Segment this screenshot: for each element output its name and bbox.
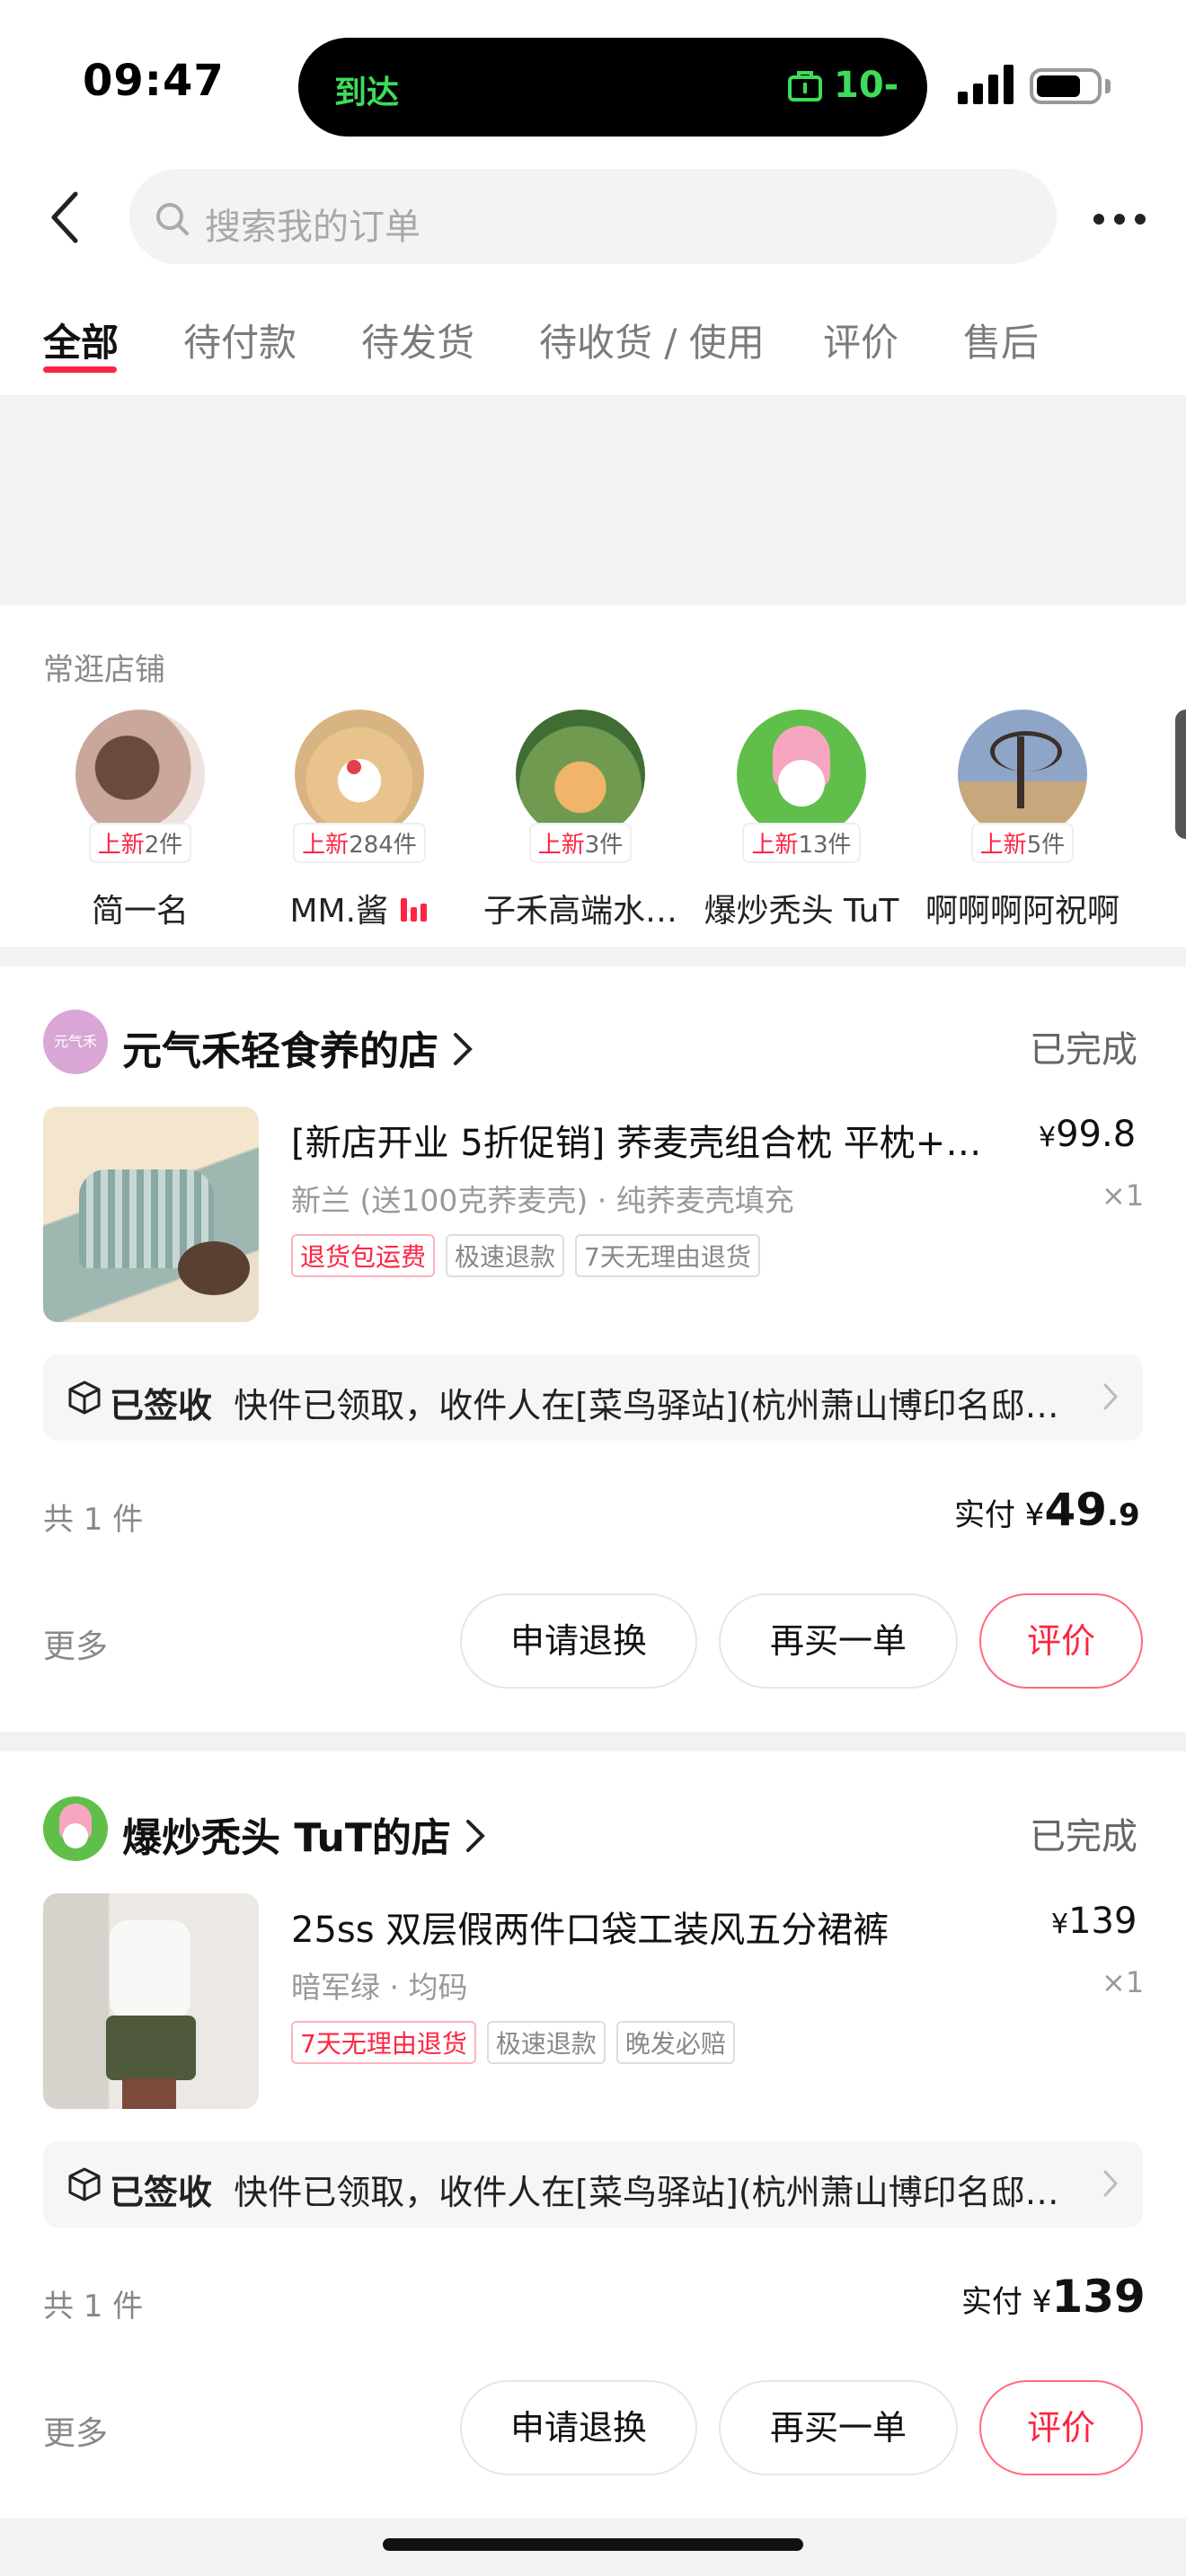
store-avatar bbox=[75, 710, 205, 839]
service-tag: 7天无理由退货 bbox=[291, 2021, 476, 2064]
tab-after-sales[interactable]: 售后 bbox=[963, 313, 1039, 367]
product-spec: 暗军绿 · 均码 bbox=[291, 1970, 468, 2005]
product-quantity: ×1 bbox=[1102, 1965, 1145, 1999]
store-avatar bbox=[737, 710, 866, 839]
frequent-stores-title: 常逛店铺 bbox=[43, 652, 165, 688]
request-return-button[interactable]: 申请退换 bbox=[460, 2380, 697, 2475]
store-new-badge: 上新2件 bbox=[88, 823, 192, 863]
store-item[interactable]: 上新5件 啊啊啊阿祝啊 bbox=[924, 710, 1121, 931]
logistics-info: 已签收 快件已领取，收件人在[菜鸟驿站](杭州萧山博印名邸… bbox=[110, 1386, 1059, 1425]
store-avatar-partial bbox=[1175, 710, 1186, 839]
locker-icon bbox=[787, 70, 823, 102]
package-icon bbox=[66, 2166, 102, 2206]
shop-logo: 元气禾 bbox=[43, 1010, 108, 1074]
request-return-button[interactable]: 申请退换 bbox=[460, 1593, 697, 1689]
package-icon bbox=[66, 1380, 102, 1419]
shop-logo bbox=[43, 1796, 108, 1861]
buy-again-button[interactable]: 再买一单 bbox=[719, 1593, 958, 1689]
store-item[interactable]: 上新2件 简一名 bbox=[41, 710, 239, 931]
order-status: 已完成 bbox=[1030, 1029, 1137, 1071]
store-name: 啊啊啊阿祝啊 bbox=[925, 893, 1120, 930]
battery-tip bbox=[1105, 79, 1111, 93]
tab-pending-payment[interactable]: 待付款 bbox=[183, 313, 296, 367]
banner-placeholder bbox=[0, 395, 1186, 605]
logistics-info: 已签收 快件已领取，收件人在[菜鸟驿站](杭州萧山博印名邸… bbox=[110, 2173, 1059, 2212]
home-indicator[interactable] bbox=[383, 2538, 803, 2551]
paid-amount: 实付 ¥139 bbox=[961, 2271, 1146, 2323]
service-tag: 晚发必赔 bbox=[615, 2021, 735, 2064]
service-tags: 7天无理由退货 极速退款 晚发必赔 bbox=[291, 2021, 746, 2064]
store-item[interactable]: 上新3件 子禾高端水… bbox=[482, 710, 679, 931]
chevron-right-icon bbox=[465, 1818, 486, 1864]
more-link[interactable]: 更多 bbox=[43, 1620, 108, 1667]
store-name: 子禾高端水… bbox=[482, 893, 677, 930]
store-name: 简一名 bbox=[91, 893, 189, 930]
shop-name-link[interactable]: 爆炒秃头 TuT的店 bbox=[122, 1805, 486, 1864]
store-new-badge: 上新5件 bbox=[970, 823, 1075, 863]
store-new-badge: 上新13件 bbox=[742, 823, 861, 863]
signal-icon bbox=[958, 65, 1015, 104]
tab-all[interactable]: 全部 bbox=[43, 313, 119, 367]
review-button[interactable]: 评价 bbox=[979, 1593, 1143, 1689]
product-spec: 新兰 (送100克荞麦壳) · 纯荞麦壳填充 bbox=[291, 1183, 794, 1218]
item-count: 共 1 件 bbox=[43, 2289, 144, 2325]
store-item[interactable]: 上新284件 MM.酱 bbox=[261, 710, 458, 931]
store-avatar bbox=[958, 710, 1087, 839]
tab-pending-receipt[interactable]: 待收货 / 使用 bbox=[539, 313, 765, 367]
service-tag: 极速退款 bbox=[446, 1234, 565, 1277]
store-item[interactable]: 上新13件 爆炒秃头 TuT bbox=[703, 710, 900, 931]
product-thumbnail[interactable] bbox=[43, 1107, 259, 1322]
more-link[interactable]: 更多 bbox=[43, 2407, 108, 2454]
status-time: 09:47 bbox=[83, 56, 225, 106]
tab-underline bbox=[43, 366, 117, 373]
store-new-badge: 上新3件 bbox=[528, 823, 633, 863]
section-divider bbox=[0, 947, 1186, 966]
paid-amount: 实付 ¥49.9 bbox=[954, 1484, 1140, 1536]
review-button[interactable]: 评价 bbox=[979, 2380, 1143, 2475]
store-avatar bbox=[295, 710, 424, 839]
search-placeholder: 搜索我的订单 bbox=[205, 207, 420, 248]
service-tag: 极速退款 bbox=[486, 2021, 606, 2064]
service-tag: 退货包运费 bbox=[291, 1234, 436, 1277]
product-title[interactable]: [新店开业 5折促销] 荞麦壳组合枕 平枕+三角靠枕 bbox=[291, 1114, 1010, 1166]
activity-label: 到达 bbox=[334, 75, 400, 111]
product-price: ¥99.8 bbox=[1039, 1114, 1137, 1155]
order-status: 已完成 bbox=[1030, 1816, 1137, 1857]
store-avatar bbox=[516, 710, 645, 839]
tab-review[interactable]: 评价 bbox=[823, 313, 898, 367]
shop-name-link[interactable]: 元气禾轻食养的店 bbox=[122, 1019, 474, 1077]
product-title[interactable]: 25ss 双层假两件口袋工装风五分裙裤 bbox=[291, 1901, 1010, 1953]
section-divider bbox=[0, 1732, 1186, 1751]
battery-icon bbox=[1030, 68, 1102, 104]
search-icon bbox=[153, 199, 192, 239]
activity-value: 10- bbox=[834, 65, 899, 106]
store-new-badge: 上新284件 bbox=[293, 823, 426, 863]
chevron-right-icon bbox=[1102, 1381, 1120, 1416]
item-count: 共 1 件 bbox=[43, 1502, 144, 1538]
more-icon[interactable] bbox=[1093, 212, 1146, 225]
store-name: MM.酱 bbox=[261, 885, 458, 931]
back-icon[interactable] bbox=[47, 189, 86, 246]
service-tags: 退货包运费 极速退款 7天无理由退货 bbox=[291, 1234, 771, 1277]
chevron-right-icon bbox=[1102, 2168, 1120, 2202]
chevron-right-icon bbox=[452, 1031, 474, 1077]
tab-pending-shipment[interactable]: 待发货 bbox=[361, 313, 474, 367]
live-indicator-icon bbox=[399, 895, 429, 931]
product-price: ¥139 bbox=[1051, 1901, 1137, 1942]
product-quantity: ×1 bbox=[1102, 1178, 1145, 1213]
buy-again-button[interactable]: 再买一单 bbox=[719, 2380, 958, 2475]
store-name: 爆炒秃头 TuT bbox=[704, 893, 899, 930]
product-thumbnail[interactable] bbox=[43, 1893, 259, 2109]
service-tag: 7天无理由退货 bbox=[575, 1234, 760, 1277]
